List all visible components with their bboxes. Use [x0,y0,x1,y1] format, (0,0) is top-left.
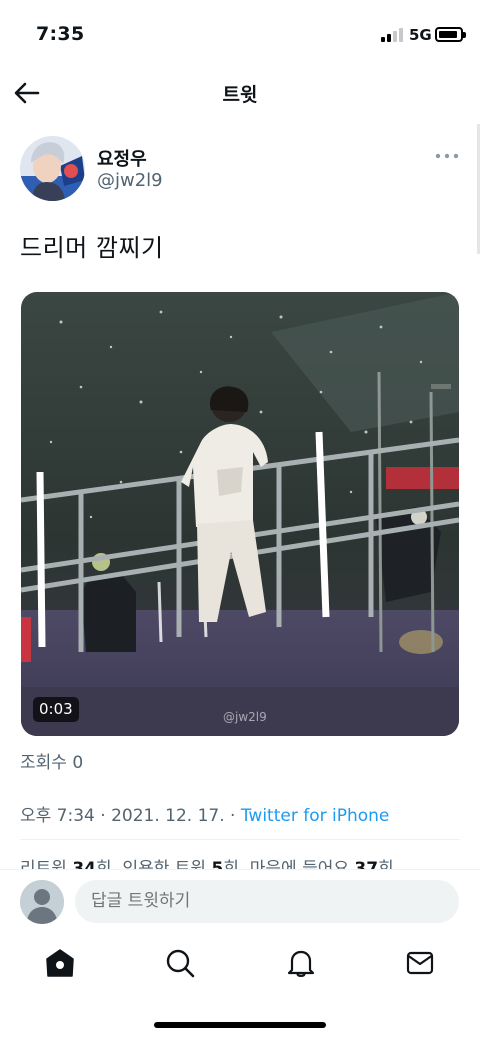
home-icon [46,949,74,977]
tweet-timestamp: 오후 7:34 · 2021. 12. 17. · Twitter for iP… [20,801,389,826]
status-bar: 7:35 5G [0,0,480,70]
tweet-text: 드리머 깜찌기 [20,234,164,262]
reply-input[interactable] [75,880,459,923]
quote-count: 5 [211,859,224,869]
user-avatar[interactable] [20,880,64,924]
unit-label: 회 [96,859,112,869]
avatar-image [20,136,85,201]
more-options-button[interactable] [434,148,460,164]
more-icon [435,153,459,159]
tweet-date: 2021. 12. 17. [111,806,225,826]
reply-bar [0,869,480,931]
video-frame [21,292,459,736]
retweet-label: 리트윗 [20,859,67,869]
retweet-count: 34 [72,859,96,869]
tab-bar [0,940,480,990]
battery-icon [435,27,466,42]
tab-home[interactable] [45,948,75,978]
default-avatar-icon [20,880,64,924]
like-label: 마음에 들어요 [249,859,350,869]
home-indicator [154,1022,326,1028]
separator: · [230,806,236,826]
tab-search[interactable] [165,948,195,978]
divider [20,839,460,840]
network-label: 5G [409,26,432,44]
mail-icon [406,951,434,975]
like-count: 37 [354,859,379,869]
separator: · [100,806,106,826]
status-time: 7:35 [36,23,85,45]
tweet-time: 오후 7:34 [20,806,95,826]
tab-messages[interactable] [405,948,435,978]
display-name[interactable]: 요정우 [97,145,147,171]
search-icon [166,949,195,978]
avatar[interactable] [20,136,85,201]
engagement-stats[interactable]: 리트윗 34회, 인용한 트윗 5회, 마음에 들어요 37회 [20,854,394,869]
tweet-video[interactable]: 0:03 @jw2l9 [21,292,459,736]
signal-icon [381,28,403,42]
user-handle[interactable]: @jw2l9 [97,170,163,191]
view-count: 조회수 0 [20,753,84,773]
video-duration-badge: 0:03 [33,697,79,722]
unit-label: 회 [378,859,394,869]
unit-label: 회 [223,859,239,869]
bell-icon [287,950,315,977]
quote-label: 인용한 트윗 [122,859,207,869]
tab-notifications[interactable] [286,948,316,978]
video-watermark: @jw2l9 [223,710,267,724]
nav-header: 트윗 [0,70,480,114]
tweet-source-link[interactable]: Twitter for iPhone [241,806,390,826]
tweet-author: 요정우 @jw2l9 [20,136,460,202]
page-title: 트윗 [222,84,258,106]
